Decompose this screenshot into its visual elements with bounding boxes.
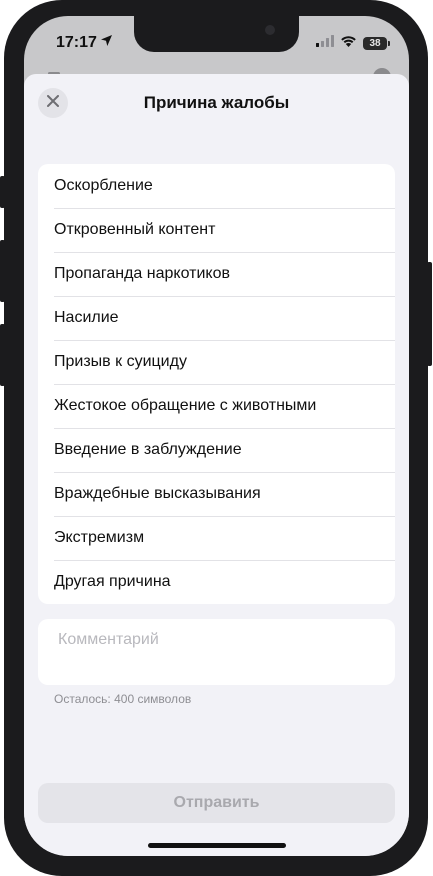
reason-item[interactable]: Откровенный контент <box>38 208 395 252</box>
reason-item[interactable]: Призыв к суициду <box>38 340 395 384</box>
report-sheet: Причина жалобы Оскорбление Откровенный к… <box>24 74 409 856</box>
reason-item[interactable]: Пропаганда наркотиков <box>38 252 395 296</box>
front-camera <box>265 25 275 35</box>
battery-icon: 38 <box>363 36 390 50</box>
comment-field[interactable] <box>38 619 395 685</box>
status-time: 17:17 <box>56 34 113 52</box>
status-time-label: 17:17 <box>56 34 97 51</box>
power-button <box>427 262 432 366</box>
reason-item[interactable]: Другая причина <box>38 560 395 604</box>
comment-field-container <box>38 619 395 685</box>
screen: 17:17 38 Причина жалобы Оскорбление Откр… <box>24 16 409 856</box>
volume-up-button <box>0 240 5 302</box>
status-indicators: 38 <box>316 34 390 52</box>
reason-item[interactable]: Экстремизм <box>38 516 395 560</box>
reason-item[interactable]: Насилие <box>38 296 395 340</box>
dynamic-island <box>134 16 299 52</box>
action-button <box>0 176 5 208</box>
sheet-title: Причина жалобы <box>143 93 290 112</box>
cellular-signal-icon <box>316 34 334 52</box>
location-arrow-icon <box>100 34 113 52</box>
reason-item[interactable]: Оскорбление <box>38 164 395 208</box>
character-counter: Осталось: 400 символов <box>54 692 192 706</box>
wifi-icon <box>340 34 357 52</box>
phone-frame: 17:17 38 Причина жалобы Оскорбление Откр… <box>0 0 432 876</box>
home-indicator[interactable] <box>148 843 286 848</box>
submit-button[interactable]: Отправить <box>38 783 395 823</box>
reason-item[interactable]: Жестокое обращение с животными <box>38 384 395 428</box>
reason-list: Оскорбление Откровенный контент Пропаган… <box>38 164 395 604</box>
reason-item[interactable]: Введение в заблуждение <box>38 428 395 472</box>
volume-down-button <box>0 324 5 386</box>
reason-item[interactable]: Враждебные высказывания <box>38 472 395 516</box>
